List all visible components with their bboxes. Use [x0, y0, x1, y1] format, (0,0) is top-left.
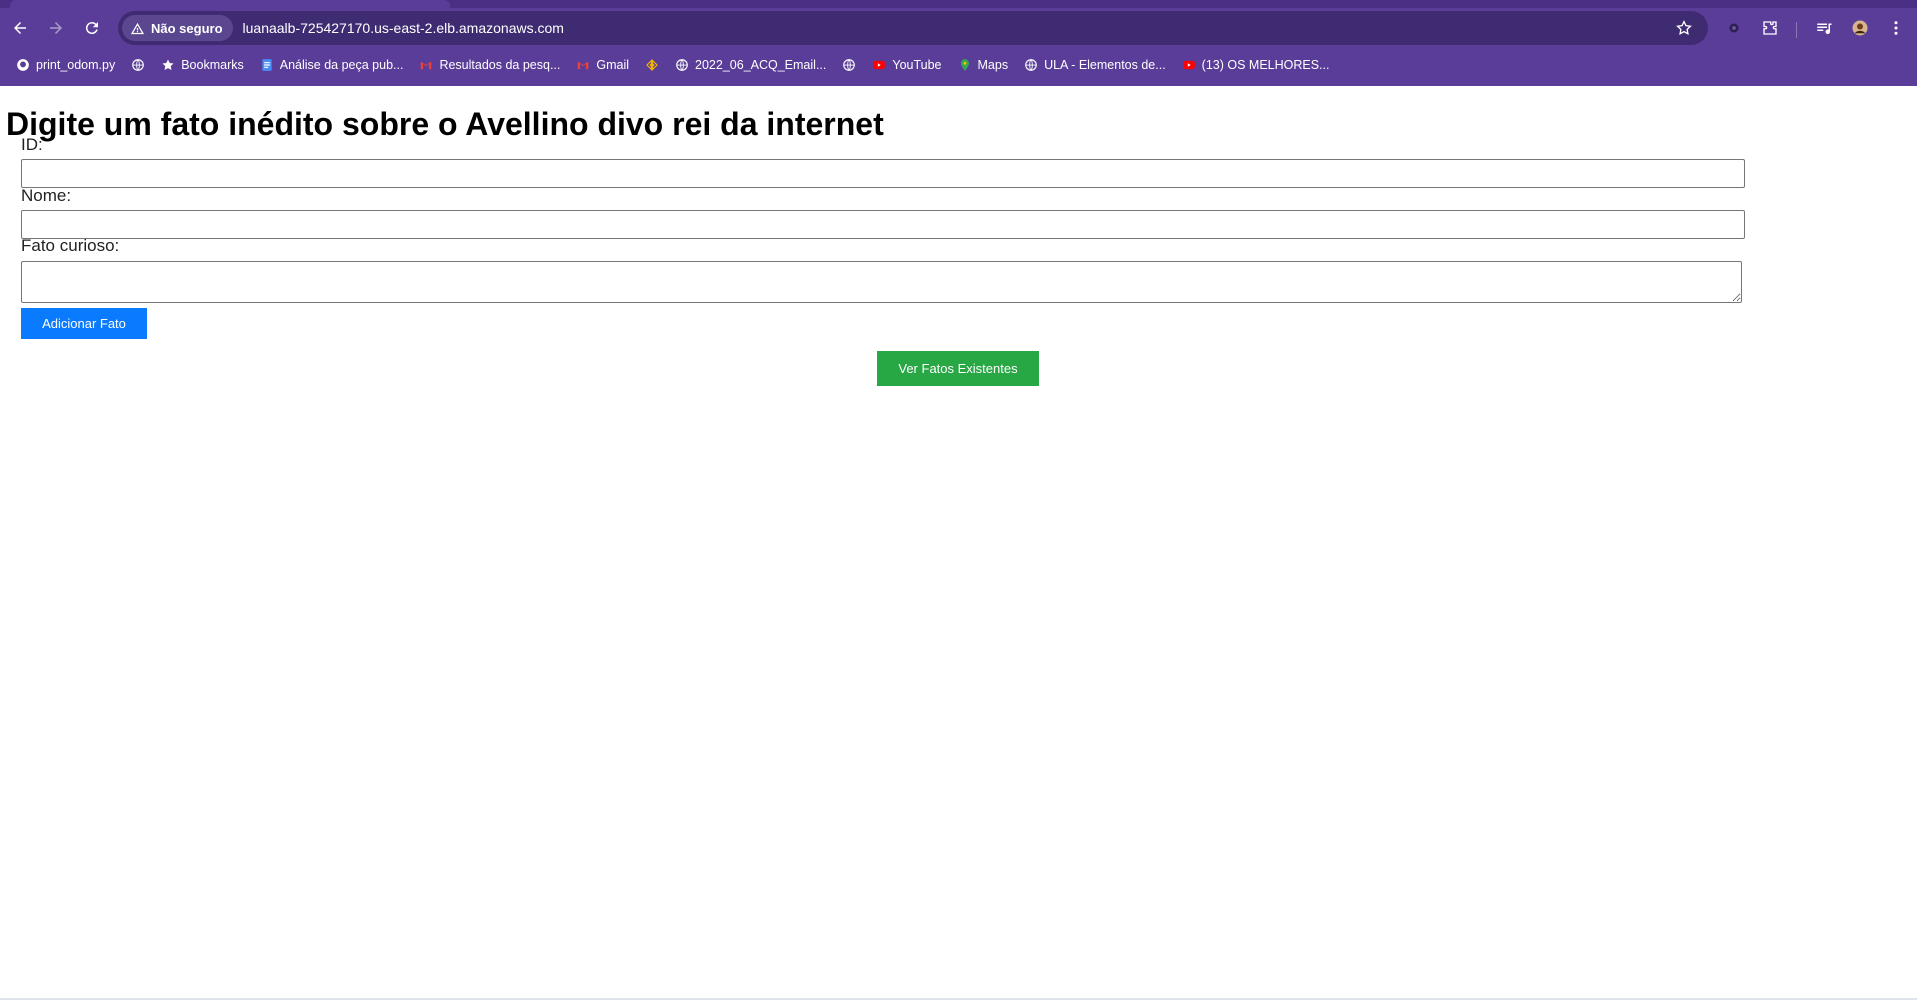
page-title: Digite um fato inédito sobre o Avellino …	[6, 106, 884, 142]
name-label: Nome:	[21, 186, 72, 205]
security-label: Não seguro	[151, 20, 223, 36]
youtube-icon	[872, 58, 886, 72]
fact-label: Fato curioso:	[21, 236, 120, 255]
warning-triangle-icon	[130, 22, 145, 34]
bookmark-ula[interactable]: ULA - Elementos de...	[1016, 52, 1174, 78]
kebab-menu-icon	[1894, 21, 1898, 35]
page-content: Digite um fato inédito sobre o Avellino …	[0, 86, 1917, 1000]
url-text[interactable]: luanaalb-725427170.us-east-2.elb.amazona…	[243, 20, 564, 36]
toolbar-divider	[1796, 22, 1797, 38]
active-tab[interactable]	[10, 0, 450, 8]
forward-button[interactable]	[40, 12, 72, 44]
tab-strip	[0, 0, 1917, 8]
puzzle-icon	[1763, 21, 1777, 35]
docs-icon	[260, 58, 274, 72]
gmail-icon	[576, 58, 590, 72]
browser-chrome: Não seguro luanaalb-725427170.us-east-2.…	[0, 0, 1917, 86]
id-label: ID:	[21, 135, 43, 154]
avatar	[1852, 20, 1868, 36]
bookmark-globe-2[interactable]	[834, 52, 864, 78]
security-chip[interactable]: Não seguro	[122, 15, 233, 41]
globe-icon	[131, 58, 145, 72]
bookmarks-bar: print_odom.py Bookmarks Análise da peça …	[0, 50, 1917, 80]
bookmark-resultados[interactable]: Resultados da pesq...	[411, 52, 568, 78]
globe-icon	[842, 58, 856, 72]
bookmark-print-odom[interactable]: print_odom.py	[8, 52, 123, 78]
gmail-icon	[419, 58, 433, 72]
youtube-icon	[1182, 58, 1196, 72]
address-bar[interactable]: Não seguro luanaalb-725427170.us-east-2.…	[118, 11, 1708, 45]
fact-textarea[interactable]	[21, 261, 1742, 303]
back-button[interactable]	[4, 12, 36, 44]
bookmark-gmail[interactable]: Gmail	[568, 52, 637, 78]
id-field[interactable]	[21, 159, 1745, 188]
menu-button[interactable]	[1880, 12, 1912, 44]
playlist-icon	[1817, 23, 1832, 35]
arrow-left-icon	[14, 22, 26, 34]
globe-icon	[1024, 58, 1038, 72]
extension-button[interactable]	[1718, 12, 1750, 44]
media-controls-button[interactable]	[1808, 12, 1840, 44]
bookmark-globe-1[interactable]	[123, 52, 153, 78]
view-facts-button[interactable]: Ver Fatos Existentes	[877, 351, 1039, 386]
bookmark-folder-bookmarks[interactable]: Bookmarks	[153, 52, 252, 78]
name-field[interactable]	[21, 210, 1745, 239]
star-icon	[161, 58, 175, 72]
maps-icon	[958, 58, 972, 72]
bookmark-star-button[interactable]	[1672, 16, 1696, 40]
extension-gear-icon	[1729, 23, 1739, 33]
profile-button[interactable]	[1844, 12, 1876, 44]
reload-button[interactable]	[76, 12, 108, 44]
bookmark-code[interactable]	[637, 52, 667, 78]
code-icon	[645, 58, 659, 72]
bookmark-acq-email[interactable]: 2022_06_ACQ_Email...	[667, 52, 834, 78]
extensions-button[interactable]	[1754, 12, 1786, 44]
arrow-right-icon	[50, 22, 62, 34]
bookmark-os-melhores[interactable]: (13) OS MELHORES...	[1174, 52, 1338, 78]
bookmark-youtube[interactable]: YouTube	[864, 52, 949, 78]
star-outline-icon	[1676, 20, 1692, 36]
globe-icon	[675, 58, 689, 72]
browser-toolbar: Não seguro luanaalb-725427170.us-east-2.…	[0, 8, 1917, 48]
bookmark-maps[interactable]: Maps	[950, 52, 1017, 78]
add-fact-button[interactable]: Adicionar Fato	[21, 308, 147, 339]
bookmark-analise[interactable]: Análise da peça pub...	[252, 52, 412, 78]
reload-icon	[85, 22, 98, 35]
github-icon	[16, 58, 30, 72]
